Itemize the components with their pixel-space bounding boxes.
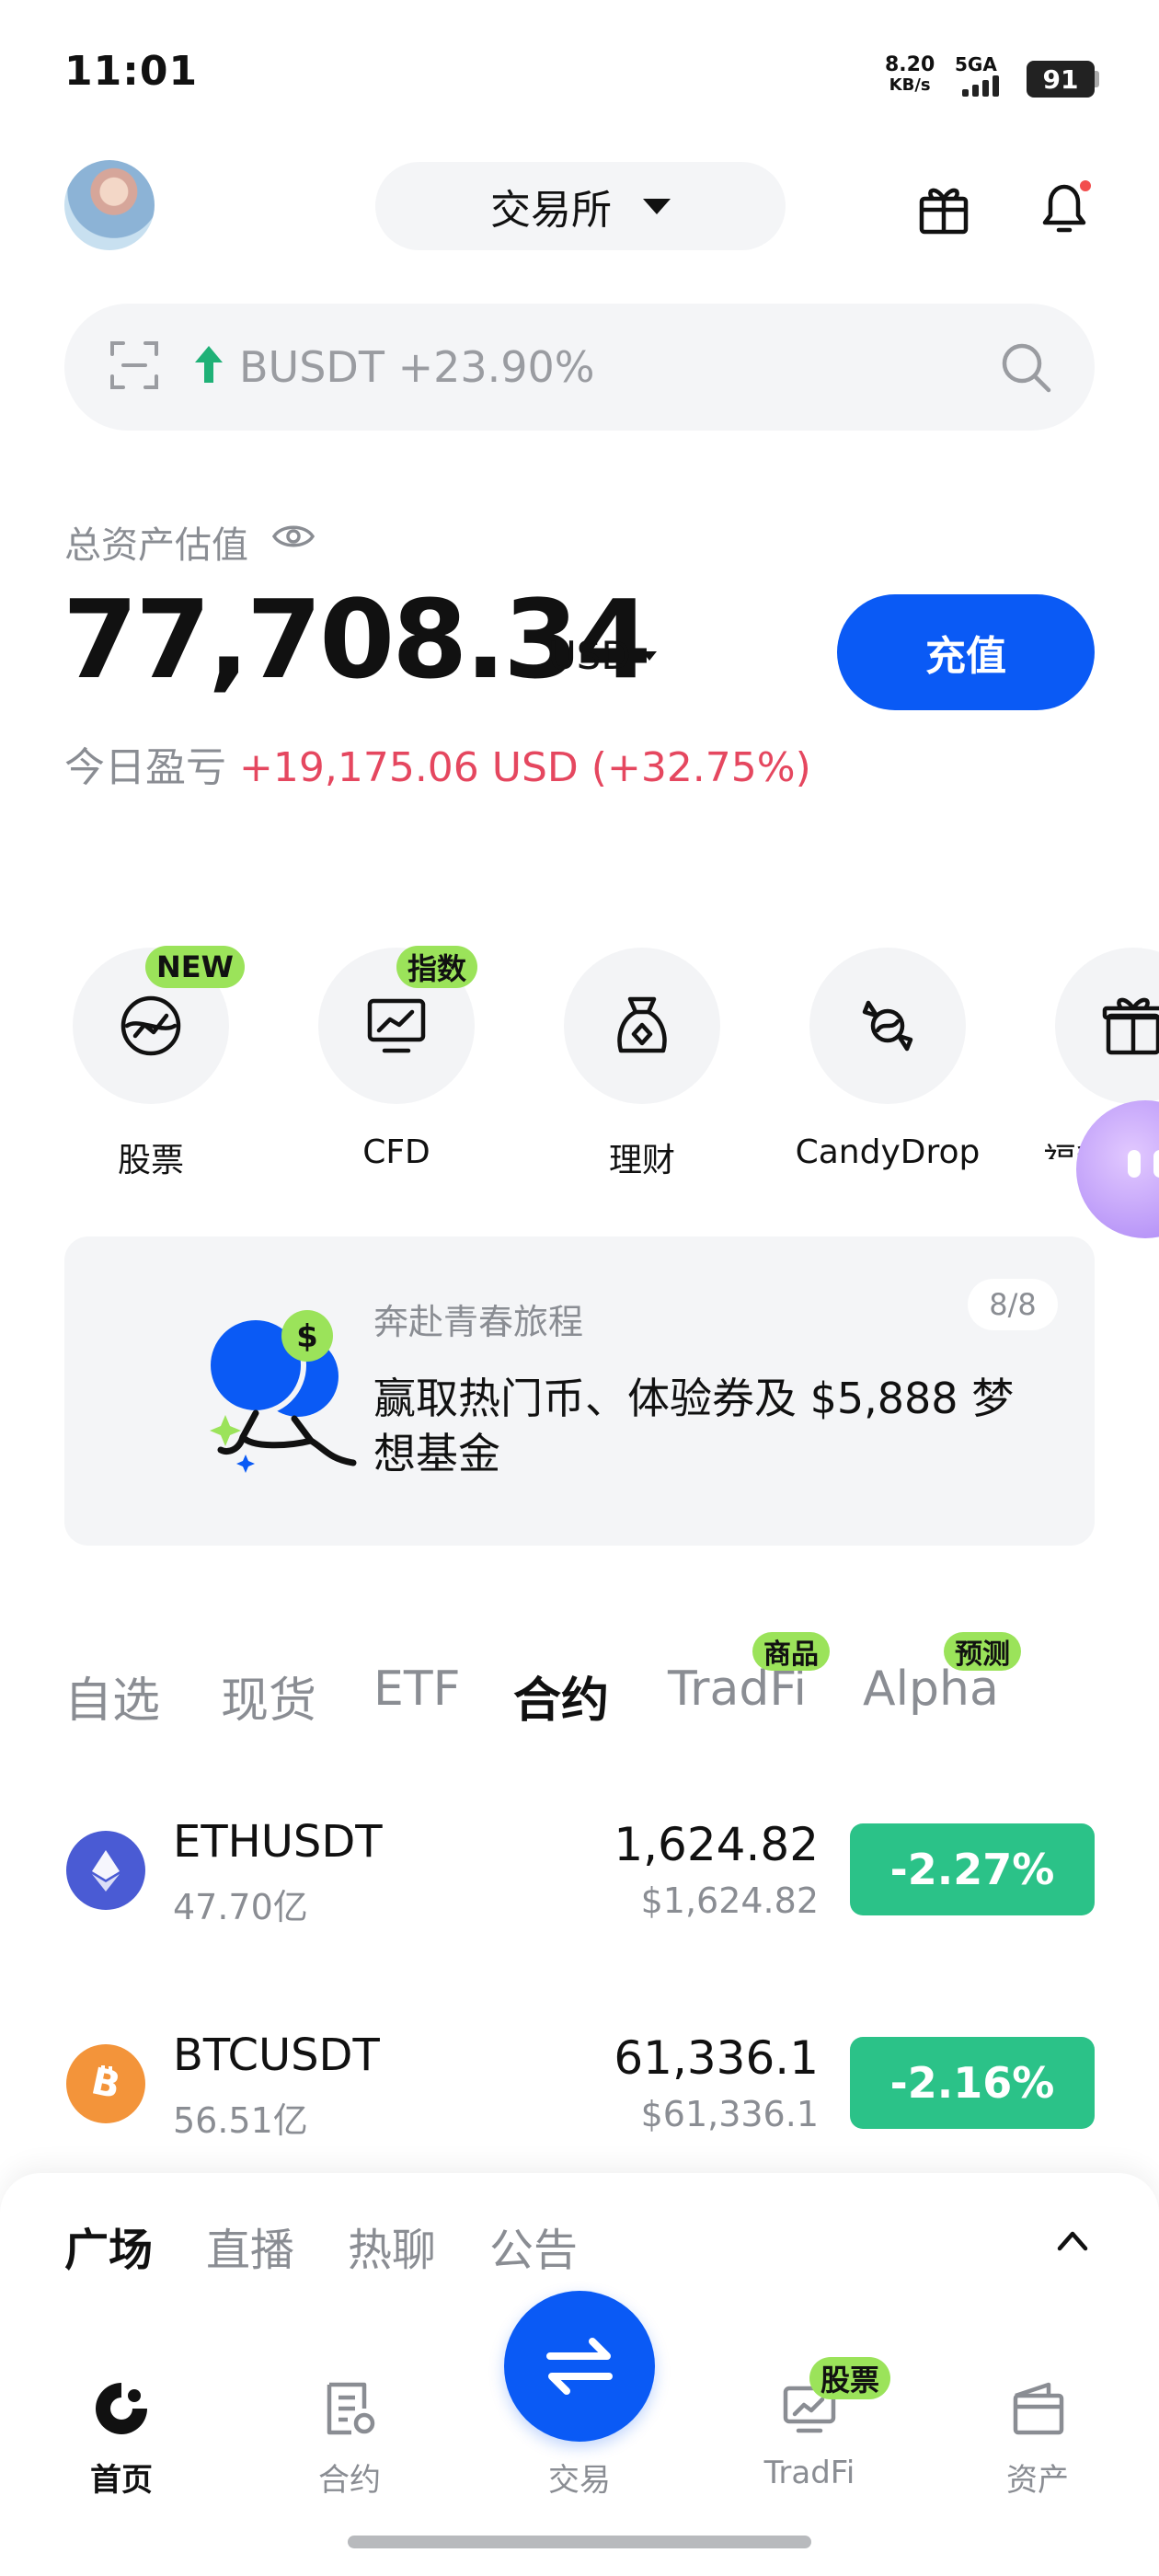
currency-selector[interactable]: USD [548, 633, 657, 678]
sheet-tab-square[interactable]: 广场 [64, 2214, 153, 2278]
candy-icon [809, 948, 966, 1104]
nav-trade-button[interactable] [504, 2291, 655, 2442]
market-fiat-price: $61,336.1 [640, 2094, 819, 2134]
gift-icon[interactable] [916, 180, 971, 236]
chevron-down-icon [643, 198, 671, 214]
network-type: 5GA [955, 53, 997, 75]
sheet-tab-chat[interactable]: 热聊 [348, 2214, 436, 2278]
exchange-mode-label: 交易所 [490, 187, 612, 234]
shortcut-earn[interactable]: 理财 [543, 948, 727, 1179]
network-speed: 8.20 KB/s [885, 55, 935, 96]
tab-spot[interactable]: 现货 [221, 1662, 316, 1731]
search-trending-text: BUSDT +23.90% [239, 342, 595, 392]
stocks-badge: 股票 [809, 2357, 891, 2399]
tab-futures[interactable]: 合约 [513, 1662, 609, 1731]
shortcut-label: CFD [362, 1133, 430, 1171]
new-badge: NEW [145, 946, 245, 988]
wallet-icon [1013, 2382, 1064, 2435]
svg-text:$: $ [296, 1318, 318, 1355]
nav-label: 交易 [548, 2462, 611, 2499]
promo-page-count: 8/8 [968, 1279, 1058, 1330]
currency-label: USD [548, 633, 631, 678]
shortcut-candydrop[interactable]: CandyDrop [788, 948, 980, 1171]
market-symbol: ETHUSDT [173, 1816, 383, 1868]
daily-pnl: 今日盈亏 +19,175.06 USD (+32.75%) [64, 734, 811, 793]
home-indicator [348, 2536, 811, 2548]
promo-subtitle: 奔赴青春旅程 [373, 1302, 584, 1342]
search-icon[interactable] [999, 340, 1052, 394]
promo-banner[interactable]: $ 奔赴青春旅程 赢取热门币、体验券及 $5,888 梦想基金 8/8 [64, 1236, 1095, 1546]
prediction-badge: 预测 [944, 1632, 1021, 1671]
ethereum-icon [66, 1831, 145, 1910]
home-icon [96, 2383, 147, 2434]
market-price: 61,336.1 [614, 2031, 819, 2085]
nav-label: 合约 [318, 2462, 381, 2499]
signal-icon: 5GA [955, 53, 1019, 98]
chevron-up-icon[interactable] [1054, 2226, 1091, 2254]
market-symbol: BTCUSDT [173, 2030, 380, 2081]
trending-up-icon [193, 344, 224, 385]
market-row-btcusdt[interactable]: B BTCUSDT 56.51亿 61,336.1 $61,336.1 -2.1… [64, 2015, 1095, 2153]
shortcut-stocks[interactable]: NEW 股票 [52, 946, 245, 1179]
assistant-eye [1153, 1150, 1159, 1178]
bitcoin-icon: B [66, 2044, 145, 2123]
gift-icon [1055, 948, 1159, 1104]
market-price: 1,624.82 [614, 1818, 819, 1871]
search-bar[interactable]: BUSDT +23.90% [64, 304, 1095, 431]
shortcut-label: 理财 [608, 1142, 675, 1179]
status-time: 11:01 [64, 48, 199, 95]
deposit-button[interactable]: 充值 [837, 594, 1095, 710]
network-speed-value: 8.20 [885, 53, 935, 76]
nav-assets[interactable]: 资产 [964, 2379, 1111, 2499]
tab-etf[interactable]: ETF [373, 1662, 461, 1717]
notification-dot [1078, 178, 1093, 193]
swap-icon [546, 2338, 613, 2395]
nav-label: 首页 [90, 2462, 153, 2499]
index-badge: 指数 [396, 946, 478, 988]
daily-pnl-label: 今日盈亏 [64, 744, 226, 791]
daily-pnl-value: +19,175.06 USD (+32.75%) [239, 744, 811, 791]
market-row-ethusdt[interactable]: ETHUSDT 47.70亿 1,624.82 $1,624.82 -2.27% [64, 1801, 1095, 1939]
avatar[interactable] [64, 160, 155, 250]
exchange-mode-switcher[interactable]: 交易所 [375, 162, 786, 250]
shortcut-cfd[interactable]: 指数 CFD [297, 946, 481, 1171]
notification-bell-icon[interactable] [1036, 177, 1093, 237]
market-change-badge: -2.27% [850, 1823, 1095, 1915]
nav-label: 资产 [1006, 2462, 1069, 2499]
contract-icon [327, 2382, 375, 2435]
money-bag-icon [564, 948, 720, 1104]
promo-title: 赢取热门币、体验券及 $5,888 梦想基金 [373, 1374, 1015, 1478]
sheet-tab-live[interactable]: 直播 [206, 2214, 294, 2278]
nav-label: TradFi [763, 2455, 855, 2491]
battery-indicator: 91 [1027, 61, 1095, 98]
market-fiat-price: $1,624.82 [640, 1880, 819, 1921]
nav-home[interactable]: 首页 [48, 2379, 195, 2499]
eye-icon[interactable] [271, 521, 316, 552]
scan-icon[interactable] [109, 339, 160, 391]
assistant-eye [1128, 1150, 1141, 1178]
network-speed-unit: KB/s [889, 75, 931, 95]
nav-futures[interactable]: 合约 [276, 2379, 423, 2499]
svg-text:B: B [87, 2061, 123, 2107]
sheet-tab-announcements[interactable]: 公告 [489, 2214, 578, 2278]
battery-tip [1095, 71, 1099, 87]
shortcut-label: 股票 [117, 1142, 184, 1179]
total-assets-label: 总资产估值 [64, 524, 248, 567]
tab-favorites[interactable]: 自选 [64, 1662, 160, 1731]
market-volume: 47.70亿 [173, 1887, 308, 1927]
balloon-illustration: $ [132, 1292, 362, 1503]
market-change-badge: -2.16% [850, 2037, 1095, 2129]
shortcut-label: CandyDrop [795, 1133, 981, 1171]
chevron-down-icon [641, 650, 657, 661]
commodity-badge: 商品 [752, 1632, 830, 1671]
market-volume: 56.51亿 [173, 2100, 308, 2141]
